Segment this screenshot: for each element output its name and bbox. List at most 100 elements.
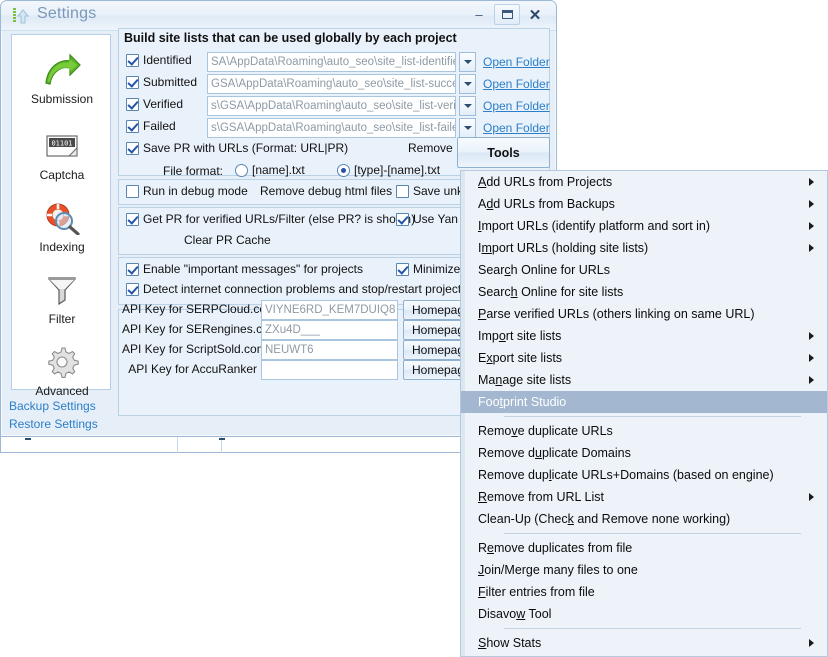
checkbox-box <box>126 76 139 89</box>
checkbox-box <box>126 120 139 133</box>
submenu-arrow-icon <box>809 178 814 186</box>
menu-item-label: Search Online for site lists <box>478 285 623 299</box>
chevron-down-icon <box>464 126 472 130</box>
menu-item-label: Footprint Studio <box>478 395 566 409</box>
menu-item-search-online-for-site-lists[interactable]: Search Online for site lists <box>461 281 827 303</box>
submenu-arrow-icon <box>809 493 814 501</box>
path-input-verified[interactable]: s\GSA\AppData\Roaming\auto_seo\site_list… <box>207 96 456 116</box>
radio-name-txt[interactable]: [name].txt <box>235 163 305 177</box>
sidebar-item-submission[interactable]: Submission <box>12 49 112 106</box>
menu-item-import-site-lists[interactable]: Import site lists <box>461 325 827 347</box>
checkbox-minimize[interactable]: Minimize <box>396 262 468 276</box>
open-folder-failed[interactable]: Open Folder <box>483 121 550 135</box>
sidebar-item-label: Advanced <box>12 384 112 398</box>
submenu-arrow-icon <box>809 639 814 647</box>
sidebar-item-captcha[interactable]: 01101 Captcha <box>12 125 112 182</box>
menu-item-label: Parse verified URLs (others linking on s… <box>478 307 755 321</box>
checkbox-box <box>396 263 409 276</box>
menu-item-clean-up-check-and-remove-none-working[interactable]: Clean-Up (Check and Remove none working) <box>461 508 827 530</box>
submenu-arrow-icon <box>809 376 814 384</box>
api-key-input-scriptsold[interactable]: NEUWT6 <box>261 340 398 360</box>
checkbox-box <box>126 283 139 296</box>
checkbox-save-pr[interactable]: Save PR with URLs (Format: URL|PR) <box>126 141 348 155</box>
menu-item-disavow-tool[interactable]: Disavow Tool <box>461 603 827 625</box>
menu-item-label: Remove duplicate URLs+Domains (based on … <box>478 468 774 482</box>
maximize-button[interactable] <box>494 4 520 25</box>
radio-circle <box>235 164 248 177</box>
menu-item-search-online-for-urls[interactable]: Search Online for URLs <box>461 259 827 281</box>
menu-item-label: Search Online for URLs <box>478 263 610 277</box>
menu-item-label: Disavow Tool <box>478 607 551 621</box>
menu-item-label: Import site lists <box>478 329 561 343</box>
row-marker <box>219 438 225 440</box>
api-key-input-serengines[interactable]: ZXu4D___ <box>261 320 398 340</box>
submenu-arrow-icon <box>809 332 814 340</box>
checkbox-debug-mode[interactable]: Run in debug mode <box>126 184 248 198</box>
menu-item-label: Remove from URL List <box>478 490 604 504</box>
window-title: Settings <box>37 5 96 23</box>
path-input-identified[interactable]: SA\AppData\Roaming\auto_seo\site_list-id… <box>207 52 456 72</box>
menu-item-footprint-studio[interactable]: Footprint Studio <box>461 391 827 413</box>
checkbox-use-yandex[interactable]: Use Yan <box>396 212 468 226</box>
sidebar-item-filter[interactable]: Filter <box>12 269 112 326</box>
checkbox-failed[interactable]: Failed <box>126 119 176 133</box>
menu-item-join-merge-many-files-to-one[interactable]: Join/Merge many files to one <box>461 559 827 581</box>
path-dropdown-failed[interactable] <box>459 118 476 138</box>
close-button[interactable]: ✕ <box>522 4 548 25</box>
remove-debug-html-label[interactable]: Remove debug html files <box>260 184 392 198</box>
open-folder-submitted[interactable]: Open Folder <box>483 77 550 91</box>
clear-pr-cache-label[interactable]: Clear PR Cache <box>184 233 271 247</box>
checkbox-verified[interactable]: Verified <box>126 97 183 111</box>
checkbox-get-pr[interactable]: Get PR for verified URLs/Filter (else PR… <box>126 212 415 226</box>
checkbox-label: Detect internet connection problems and … <box>143 282 467 296</box>
menu-item-parse-verified-urls-others-linking-on-same-url[interactable]: Parse verified URLs (others linking on s… <box>461 303 827 325</box>
sidebar-item-indexing[interactable]: Indexing <box>12 197 112 254</box>
menu-item-remove-from-url-list[interactable]: Remove from URL List <box>461 486 827 508</box>
path-dropdown-verified[interactable] <box>459 96 476 116</box>
sidebar-item-advanced[interactable]: Advanced <box>12 341 112 398</box>
radio-type-name-txt[interactable]: [type]-[name].txt <box>337 163 440 177</box>
path-dropdown-submitted[interactable] <box>459 74 476 94</box>
menu-item-remove-duplicate-domains[interactable]: Remove duplicate Domains <box>461 442 827 464</box>
menu-item-filter-entries-from-file[interactable]: Filter entries from file <box>461 581 827 603</box>
menu-item-label: Show Stats <box>478 636 541 650</box>
menu-item-label: Export site lists <box>478 351 562 365</box>
submenu-arrow-icon <box>809 222 814 230</box>
open-folder-identified[interactable]: Open Folder <box>483 55 550 69</box>
menu-item-add-urls-from-backups[interactable]: Add URLs from Backups <box>461 193 827 215</box>
radio-label: [type]-[name].txt <box>354 163 440 177</box>
sidebar-item-label: Filter <box>12 312 112 326</box>
menu-item-remove-duplicate-urls[interactable]: Remove duplicate URLs <box>461 420 827 442</box>
menu-item-show-stats[interactable]: Show Stats <box>461 632 827 654</box>
chevron-down-icon <box>464 104 472 108</box>
site-lists-heading: Build site lists that can be used global… <box>124 31 457 45</box>
menu-item-import-urls-holding-site-lists[interactable]: Import URLs (holding site lists) <box>461 237 827 259</box>
menu-item-import-urls-identify-platform-and-sort-in[interactable]: Import URLs (identify platform and sort … <box>461 215 827 237</box>
radio-circle <box>337 164 350 177</box>
restore-settings-link[interactable]: Restore Settings <box>9 415 98 433</box>
menu-item-label: Clean-Up (Check and Remove none working) <box>478 512 730 526</box>
menu-item-add-urls-from-projects[interactable]: Add URLs from Projects <box>461 171 827 193</box>
menu-item-label: Add URLs from Backups <box>478 197 615 211</box>
menu-item-manage-site-lists[interactable]: Manage site lists <box>461 369 827 391</box>
checkbox-detect-connection[interactable]: Detect internet connection problems and … <box>126 282 467 296</box>
checkbox-submitted[interactable]: Submitted <box>126 75 197 89</box>
checkbox-box <box>396 185 409 198</box>
checkbox-important-messages[interactable]: Enable "important messages" for projects <box>126 262 363 276</box>
checkbox-save-unknown[interactable]: Save unk <box>396 184 468 198</box>
tools-button[interactable]: Tools <box>457 137 550 168</box>
menu-item-export-site-lists[interactable]: Export site lists <box>461 347 827 369</box>
api-key-input-accuranker[interactable] <box>261 360 398 380</box>
menu-item-remove-duplicate-urls-domains-based-on-engine[interactable]: Remove duplicate URLs+Domains (based on … <box>461 464 827 486</box>
path-input-failed[interactable]: s\GSA\AppData\Roaming\auto_seo\site_list… <box>207 118 456 138</box>
minimize-button[interactable]: – <box>466 4 492 25</box>
menu-item-remove-duplicates-from-file[interactable]: Remove duplicates from file <box>461 537 827 559</box>
open-folder-verified[interactable]: Open Folder <box>483 99 550 113</box>
path-dropdown-identified[interactable] <box>459 52 476 72</box>
path-input-submitted[interactable]: GSA\AppData\Roaming\auto_seo\site_list-s… <box>207 74 456 94</box>
chevron-down-icon <box>464 82 472 86</box>
api-key-input-serpcloud[interactable]: VIYNE6RD_KEM7DUIQ8 <box>261 300 398 320</box>
backup-settings-link[interactable]: Backup Settings <box>9 397 98 415</box>
checkbox-identified[interactable]: Identified <box>126 53 192 67</box>
menu-item-list: Add URLs from Projects Add URLs from Back… <box>461 171 827 654</box>
